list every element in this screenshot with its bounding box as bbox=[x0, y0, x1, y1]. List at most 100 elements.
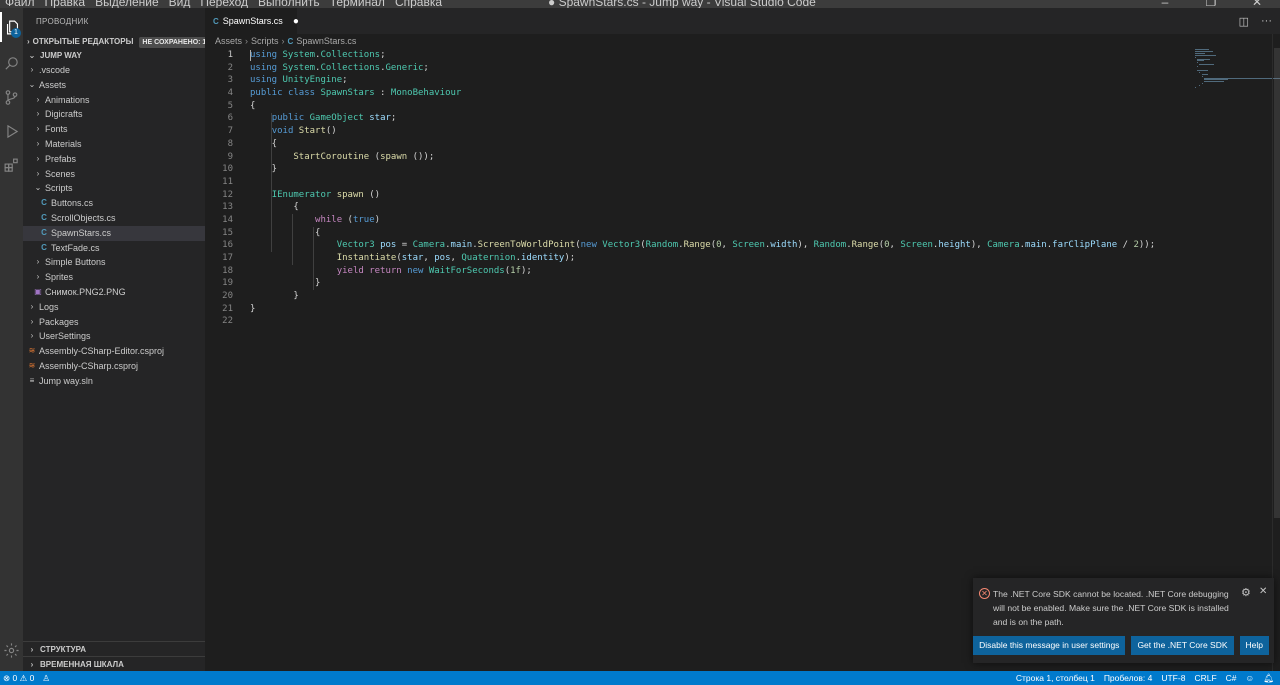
project-header[interactable]: ⌄ JUMP WAY bbox=[23, 49, 205, 63]
code-line[interactable]: 18 yield return new WaitForSeconds(1f); bbox=[205, 265, 1195, 278]
breadcrumb-item[interactable]: Assets bbox=[215, 34, 242, 49]
editor-actions: ◫ ··· bbox=[1239, 8, 1272, 34]
open-editors-header[interactable]: › ОТКРЫТЫЕ РЕДАКТОРЫ НЕ СОХРАНЕНО: 1 bbox=[23, 35, 210, 49]
timeline-header[interactable]: › ВРЕМЕННАЯ ШКАЛА bbox=[23, 656, 205, 671]
tree-item[interactable]: › Digicrafts bbox=[23, 107, 205, 122]
extensions-icon[interactable] bbox=[0, 150, 23, 180]
tree-item[interactable]: C ScrollObjects.cs bbox=[23, 211, 205, 226]
tree-item[interactable]: › Sprites bbox=[23, 270, 205, 285]
menu-item[interactable]: Правка bbox=[40, 0, 91, 8]
tree-item[interactable]: › .vscode bbox=[23, 63, 205, 78]
help-button[interactable]: Help bbox=[1239, 636, 1269, 655]
tree-item[interactable]: ≋ Assembly-CSharp-Editor.csproj bbox=[23, 344, 205, 359]
warning-count: 0 bbox=[29, 672, 35, 683]
explorer-icon[interactable]: 1 bbox=[0, 12, 23, 42]
menu-item[interactable]: Переход bbox=[195, 0, 253, 8]
tree-item[interactable]: › Fonts bbox=[23, 122, 205, 137]
tree-item[interactable]: › Logs bbox=[23, 300, 205, 315]
tree-item[interactable]: ▣ Снимок.PNG2.PNG bbox=[23, 285, 205, 300]
code-line[interactable]: 7 void Start() bbox=[205, 125, 1195, 138]
tree-item[interactable]: › Animations bbox=[23, 93, 205, 108]
menu-item[interactable]: Справка bbox=[390, 0, 447, 8]
live-share-icon[interactable]: ♙ bbox=[42, 673, 50, 684]
notification-toast: ✕ The .NET Core SDK cannot be located. .… bbox=[973, 578, 1274, 663]
disable-message-button[interactable]: Disable this message in user settings bbox=[973, 636, 1126, 655]
tree-item[interactable]: C SpawnStars.cs bbox=[23, 225, 205, 241]
menu-item[interactable]: Терминал bbox=[325, 0, 390, 8]
language-mode[interactable]: C# bbox=[1226, 673, 1237, 683]
tree-item[interactable]: › Materials bbox=[23, 137, 205, 152]
code-line[interactable]: 20 } bbox=[205, 290, 1195, 303]
outline-header[interactable]: › СТРУКТУРА bbox=[23, 641, 205, 656]
code-line[interactable]: 21} bbox=[205, 303, 1195, 316]
code-line[interactable]: 15 { bbox=[205, 227, 1195, 240]
problems-indicator[interactable]: ⊗ 0 ⚠ 0 bbox=[3, 673, 34, 684]
split-editor-icon[interactable]: ◫ bbox=[1239, 15, 1249, 28]
scrollbar-thumb[interactable] bbox=[1274, 48, 1280, 518]
cursor-position[interactable]: Строка 1, столбец 1 bbox=[1016, 673, 1095, 683]
code-line[interactable]: 17 Instantiate(star, pos, Quaternion.ide… bbox=[205, 252, 1195, 265]
editor-area: C SpawnStars.cs ● ◫ ··· Assets › Scripts… bbox=[205, 8, 1280, 671]
breadcrumb-item[interactable]: Scripts bbox=[251, 34, 279, 49]
menu-item[interactable]: Файл bbox=[0, 0, 40, 8]
tree-item[interactable]: › UserSettings bbox=[23, 329, 205, 344]
source-control-icon[interactable] bbox=[0, 82, 23, 112]
tree-item[interactable]: C TextFade.cs bbox=[23, 241, 205, 256]
code-line[interactable]: 8 { bbox=[205, 138, 1195, 151]
code-line[interactable]: 4 public class SpawnStars : MonoBehaviour bbox=[205, 87, 1195, 100]
code-line[interactable]: 14 while (true) bbox=[205, 214, 1195, 227]
more-actions-icon[interactable]: ··· bbox=[1261, 15, 1272, 27]
code-line[interactable]: 16 Vector3 pos = Camera.main.ScreenToWor… bbox=[205, 239, 1195, 252]
code-line[interactable]: 1 using System.Collections; bbox=[205, 49, 1195, 62]
close-icon[interactable]: ✕ bbox=[1259, 586, 1267, 597]
code-line[interactable]: 11 bbox=[205, 176, 1195, 189]
notification-settings-gear-icon[interactable]: ⚙ bbox=[1241, 586, 1251, 599]
menu-item[interactable]: Вид bbox=[164, 0, 196, 8]
get-sdk-button[interactable]: Get the .NET Core SDK bbox=[1131, 636, 1234, 655]
code-line[interactable]: 5{ bbox=[205, 100, 1195, 113]
code-editor[interactable]: 1 using System.Collections; 2 using System.… bbox=[205, 49, 1195, 328]
tab-spawnstars[interactable]: C SpawnStars.cs ● bbox=[205, 8, 299, 34]
run-debug-icon[interactable] bbox=[0, 116, 23, 146]
code-text: { bbox=[250, 227, 321, 238]
indentation[interactable]: Пробелов: 4 bbox=[1104, 673, 1153, 683]
breadcrumb-item[interactable]: SpawnStars.cs bbox=[296, 34, 356, 49]
code-line[interactable]: 12 IEnumerator spawn () bbox=[205, 189, 1195, 202]
code-line[interactable]: 9 StartCoroutine (spawn ()); bbox=[205, 151, 1195, 164]
tree-item[interactable]: ⌄ Scripts bbox=[23, 181, 205, 196]
code-line[interactable]: 10 } bbox=[205, 163, 1195, 176]
end-of-line[interactable]: CRLF bbox=[1194, 673, 1216, 683]
menu-item[interactable]: Выделение bbox=[90, 0, 164, 8]
code-text: void Start() bbox=[271, 126, 337, 137]
settings-gear-icon[interactable] bbox=[0, 635, 23, 665]
close-window-button[interactable]: ✕ bbox=[1234, 0, 1280, 8]
vertical-scrollbar[interactable] bbox=[1272, 34, 1280, 671]
line-number: 20 bbox=[222, 291, 233, 302]
code-line[interactable]: 19 } bbox=[205, 277, 1195, 290]
tree-item[interactable]: ≋ Assembly-CSharp.csproj bbox=[23, 359, 205, 374]
code-line[interactable]: 2 using System.Collections.Generic; bbox=[205, 62, 1195, 75]
code-line[interactable]: 6 public GameObject star; bbox=[205, 112, 1195, 125]
code-line[interactable]: 22 bbox=[205, 315, 1195, 328]
tree-item[interactable]: C Buttons.cs bbox=[23, 196, 205, 211]
minimap[interactable] bbox=[1195, 49, 1280, 89]
menu-item[interactable]: Выполнить bbox=[253, 0, 325, 8]
encoding[interactable]: UTF-8 bbox=[1161, 673, 1185, 683]
tree-item[interactable]: › Simple Buttons bbox=[23, 255, 205, 270]
tree-item[interactable]: › Prefabs bbox=[23, 152, 205, 167]
search-icon[interactable] bbox=[0, 48, 23, 78]
tree-item[interactable]: ⌄ Assets bbox=[23, 78, 205, 93]
csharp-file-icon: C bbox=[41, 227, 47, 237]
feedback-icon[interactable]: ☺ bbox=[1246, 673, 1255, 683]
maximize-button[interactable]: ❐ bbox=[1188, 0, 1234, 8]
minimize-button[interactable]: – bbox=[1142, 0, 1188, 8]
notifications-bell-icon[interactable]: 🔔︎ bbox=[1263, 673, 1274, 684]
tree-item[interactable]: › Packages bbox=[23, 315, 205, 330]
indent-guide bbox=[271, 112, 272, 253]
tree-item[interactable]: ≡ Jump way.sln bbox=[23, 374, 205, 389]
tree-item[interactable]: › Scenes bbox=[23, 167, 205, 182]
unsaved-dot-icon[interactable]: ● bbox=[293, 16, 299, 27]
code-line[interactable]: 3 using UnityEngine; bbox=[205, 74, 1195, 87]
tree-item-label: Jump way.sln bbox=[39, 375, 93, 386]
code-line[interactable]: 13 { bbox=[205, 201, 1195, 214]
